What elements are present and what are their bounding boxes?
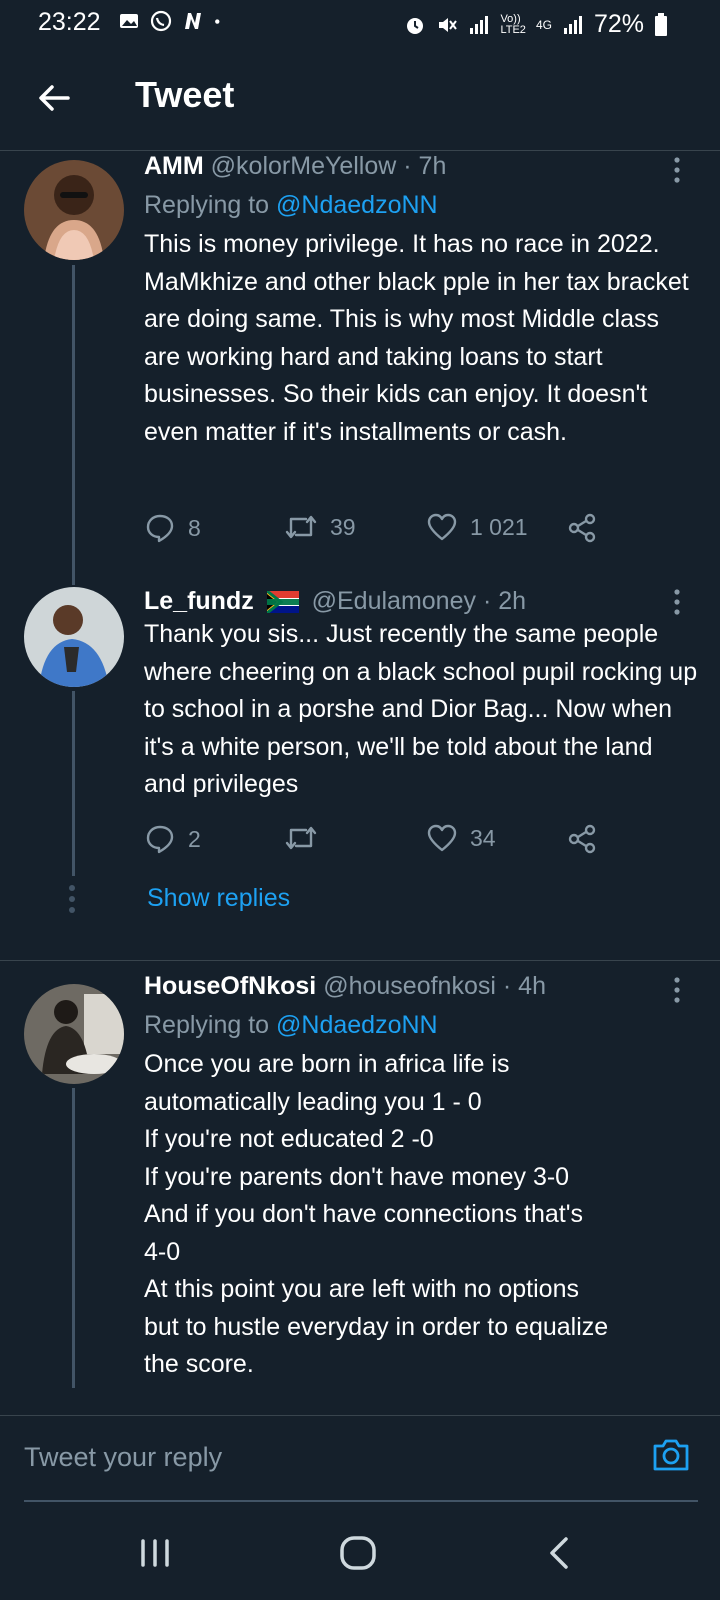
thread-line [72,265,75,585]
avatar-image [24,587,124,687]
more-options-icon[interactable] [672,975,682,1005]
system-nav-bar [0,1505,720,1600]
heart-icon [427,513,457,541]
tweet-text: Once you are born in africa life is auto… [144,1050,609,1378]
reply-composer [0,1415,720,1505]
news-app-icon [185,13,201,29]
tweet-divider [0,960,720,961]
like-button[interactable]: 34 [426,823,496,853]
camera-icon[interactable] [650,1434,692,1476]
header: Tweet [0,50,720,150]
recent-apps-icon[interactable] [135,1533,175,1573]
retweet-button[interactable] [284,823,330,853]
retweet-icon [285,826,317,850]
signal-icon-2 [563,15,582,34]
battery-icon [655,12,667,36]
display-name[interactable]: HouseOfNkosi [144,972,316,1000]
dot-icon [215,19,220,24]
avatar[interactable] [24,160,124,260]
tweet-reply-2[interactable]: Le_fundz @Edulamoney · 2h Thank you sis.… [0,585,720,876]
tweet-text: This is money privilege. It has no race … [144,230,689,446]
more-options-icon[interactable] [672,587,682,617]
share-icon [568,513,596,543]
mention-link[interactable]: @NdaedzoNN [276,1011,438,1039]
like-count: 34 [470,824,496,851]
user-handle[interactable]: @kolorMeYellow [211,152,397,180]
show-replies-link[interactable]: Show replies [147,884,290,913]
tweet-actions: 8 39 1 021 [144,512,614,552]
status-time: 23:22 [38,8,101,36]
share-button[interactable] [566,823,598,855]
heart-icon [427,824,457,852]
retweet-button[interactable]: 39 [284,512,356,542]
avatar[interactable] [24,587,124,687]
nav-back-icon[interactable] [540,1533,580,1573]
reply-button[interactable]: 2 [144,823,201,855]
page-title: Tweet [135,74,235,115]
tweet-reply-3[interactable]: HouseOfNkosi @houseofnkosi · 4h Replying… [0,970,720,1415]
reply-input[interactable] [24,1432,624,1482]
back-arrow-icon[interactable] [34,78,74,118]
avatar-image [24,984,124,1084]
replying-to: Replying to @NdaedzoNN [144,191,438,219]
like-button[interactable]: 1 021 [426,512,528,542]
retweet-icon [285,515,317,539]
like-count: 1 021 [470,513,528,540]
reply-count: 8 [188,514,201,541]
replying-to: Replying to @NdaedzoNN [144,1011,438,1039]
system-icons: Vo)) LTE2 4G 72% [404,10,668,39]
thread-more-dots-icon [69,885,75,913]
thread-line [72,691,75,876]
mention-link[interactable]: @NdaedzoNN [276,191,438,219]
more-options-icon[interactable] [672,155,682,185]
tweet-actions: 2 34 [144,823,614,863]
tweet-time: · 4h [502,972,546,1000]
mute-icon [439,17,458,32]
reply-underline [24,1500,698,1502]
whatsapp-icon [150,10,172,32]
tweet-time: · 7h [403,152,447,180]
share-button[interactable] [566,512,598,544]
gallery-icon [120,14,138,28]
battery-percent: 72% [593,10,644,38]
display-name[interactable]: Le_fundz [144,587,254,615]
tweet-text: Thank you sis... Just recently the same … [144,620,698,798]
south-africa-flag-icon [266,591,299,614]
home-icon[interactable] [338,1533,378,1573]
network-type: 4G [535,17,552,32]
reply-icon [146,825,174,854]
display-name[interactable]: AMM [144,152,204,180]
volte-indicator: Vo)) LTE2 [500,12,526,36]
reply-button[interactable]: 8 [144,512,201,544]
status-bar: 23:22 Vo)) LTE2 4G 72% [0,0,720,46]
retweet-count: 39 [330,513,356,540]
reply-icon [146,514,174,543]
tweet-time: · 2h [482,587,527,615]
user-handle[interactable]: @houseofnkosi [323,972,496,1000]
signal-icon [470,15,489,34]
user-handle[interactable]: @Edulamoney [312,587,476,615]
avatar-image [24,160,124,260]
share-icon [568,824,596,854]
tweet-reply-1[interactable]: AMM @kolorMeYellow · 7h Replying to @Nda… [0,150,720,585]
thread-line [72,1088,75,1388]
notification-icons [118,10,226,32]
avatar[interactable] [24,984,124,1084]
alarm-icon [407,17,424,34]
reply-count: 2 [188,825,201,852]
